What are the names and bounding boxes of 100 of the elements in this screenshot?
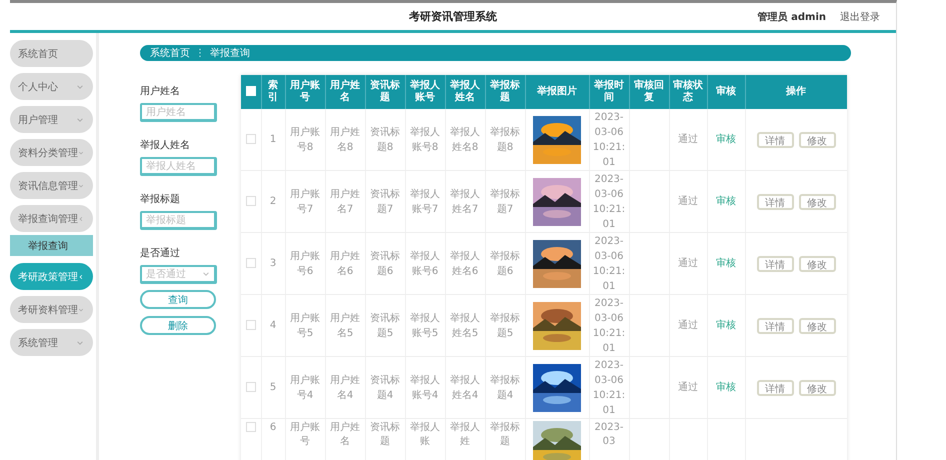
table-cell: 2023-03-06 10:21:01 xyxy=(592,236,626,292)
column-header: 资讯标题 xyxy=(365,75,405,109)
sidebar-item[interactable]: 用户管理 xyxy=(10,106,93,133)
sidebar-item[interactable]: 举报查询管理 xyxy=(10,205,93,232)
chevron-down-icon xyxy=(202,270,210,278)
sidebar-item[interactable]: 资料分类管理 xyxy=(10,139,93,166)
input-field[interactable]: 举报标题 xyxy=(140,211,217,230)
column-header: 审核回复 xyxy=(629,75,669,109)
action-button[interactable]: 详情 xyxy=(756,256,794,272)
table-cell: 2023-03-06 10:21:01 xyxy=(592,174,626,230)
table-cell: 用户姓名 xyxy=(330,422,360,446)
column-header: 举报人姓名 xyxy=(445,75,485,109)
table-cell: 举报人姓名7 xyxy=(450,188,480,214)
field-label: 举报人姓名 xyxy=(140,138,190,152)
table-cell: 用户姓名6 xyxy=(330,250,360,276)
column-header: 用户账号 xyxy=(285,75,325,109)
field-label: 用户姓名 xyxy=(140,84,180,98)
table-cell: 用户姓名7 xyxy=(330,188,360,214)
chevron-down-icon xyxy=(76,116,84,124)
table-cell: 用户账号5 xyxy=(290,312,320,338)
action-button[interactable]: 修改 xyxy=(798,318,836,334)
table-cell: 资讯标题7 xyxy=(370,188,400,214)
form-button[interactable]: 查询 xyxy=(140,290,216,309)
table-cell: 通过 xyxy=(678,320,698,331)
checkbox[interactable] xyxy=(246,134,256,144)
checkbox[interactable] xyxy=(246,258,256,268)
table-cell: 举报人账号8 xyxy=(410,126,440,152)
table-cell: 举报人账 xyxy=(410,422,440,446)
breadcrumb-separator: ⋮ xyxy=(195,48,205,58)
review-link[interactable]: 审核 xyxy=(716,196,736,207)
input-field[interactable]: 用户姓名 xyxy=(140,103,217,122)
checkbox[interactable] xyxy=(246,422,256,432)
table-cell: 举报人账号7 xyxy=(410,188,440,214)
table-cell: 举报人姓名8 xyxy=(450,126,480,152)
table-cell: 用户姓名8 xyxy=(330,126,360,152)
table-cell: 4 xyxy=(270,320,276,331)
sidebar-item[interactable]: 考研政策管理 xyxy=(10,263,93,290)
table-cell: 举报人姓 xyxy=(450,422,480,446)
action-button[interactable]: 修改 xyxy=(798,132,836,148)
input-field[interactable]: 举报人姓名 xyxy=(140,157,217,176)
table-cell: 举报人姓名5 xyxy=(450,312,480,338)
column-header: 审核状态 xyxy=(669,75,707,109)
column-header: 审核 xyxy=(707,75,745,109)
submenu-item[interactable]: 举报查询 xyxy=(10,235,93,256)
table-cell: 举报标题6 xyxy=(490,250,520,276)
table-cell: 资讯标题 xyxy=(370,422,400,446)
review-link[interactable]: 审核 xyxy=(716,320,736,331)
sidebar-item[interactable]: 系统管理 xyxy=(10,329,93,356)
app-title: 考研资讯管理系统 xyxy=(409,9,497,24)
table-cell: 1 xyxy=(270,134,276,145)
table-cell: 举报标题8 xyxy=(490,126,520,152)
table-cell: 资讯标题6 xyxy=(370,250,400,276)
table-cell: 5 xyxy=(270,382,276,393)
chevron-down-icon xyxy=(76,82,84,90)
action-button[interactable]: 详情 xyxy=(756,318,794,334)
review-link[interactable]: 审核 xyxy=(716,134,736,145)
table-cell: 资讯标题8 xyxy=(370,126,400,152)
user-label: 管理员 admin xyxy=(758,10,826,24)
action-button[interactable]: 修改 xyxy=(798,194,836,210)
column-header: 用户姓名 xyxy=(325,75,365,109)
table-cell: 举报标题 xyxy=(490,422,520,446)
sidebar-item[interactable]: 考研资料管理 xyxy=(10,296,93,323)
form-button[interactable]: 删除 xyxy=(140,316,216,335)
table-cell: 2023-03-06 10:21:01 xyxy=(592,360,626,416)
checkbox[interactable] xyxy=(246,320,256,330)
action-button[interactable]: 修改 xyxy=(798,256,836,272)
column-header: 举报时间 xyxy=(589,75,629,109)
action-button[interactable]: 修改 xyxy=(798,380,836,396)
sidebar-item[interactable]: 个人中心 xyxy=(10,73,93,100)
action-button[interactable]: 详情 xyxy=(756,132,794,148)
logout-link[interactable]: 退出登录 xyxy=(840,10,880,24)
action-button[interactable]: 详情 xyxy=(756,380,794,396)
chevron-down-icon xyxy=(76,338,84,346)
table-cell: 资讯标题5 xyxy=(370,312,400,338)
select-field[interactable]: 是否通过 xyxy=(140,265,217,284)
table-cell: 2023-03-06 10:21:01 xyxy=(592,298,626,354)
action-button[interactable]: 详情 xyxy=(756,194,794,210)
review-link[interactable]: 审核 xyxy=(716,382,736,393)
review-link[interactable]: 审核 xyxy=(716,258,736,269)
table-cell: 用户账号4 xyxy=(290,374,320,400)
sidebar-item[interactable]: 资讯信息管理 xyxy=(10,172,93,199)
table-cell: 举报人姓名6 xyxy=(450,250,480,276)
table-cell: 通过 xyxy=(678,134,698,145)
table-cell: 用户姓名5 xyxy=(330,312,360,338)
breadcrumb-link[interactable]: 举报查询 xyxy=(210,46,250,60)
table-cell: 3 xyxy=(270,258,276,269)
table-cell: 举报人账号4 xyxy=(410,374,440,400)
breadcrumb-link[interactable]: 系统首页 xyxy=(150,46,190,60)
table-cell: 用户账号6 xyxy=(290,250,320,276)
table-cell: 用户账号 xyxy=(290,422,320,446)
column-header: 举报标题 xyxy=(485,75,525,109)
checkbox[interactable] xyxy=(246,382,256,392)
table-cell: 举报标题5 xyxy=(490,312,520,338)
table-cell: 举报人姓名4 xyxy=(450,374,480,400)
table-cell: 举报人账号5 xyxy=(410,312,440,338)
table-cell: 通过 xyxy=(678,382,698,393)
column-header: 举报人账号 xyxy=(405,75,445,109)
checkbox[interactable] xyxy=(246,196,256,206)
sidebar-item[interactable]: 系统首页 xyxy=(10,40,93,67)
table-cell: 2 xyxy=(270,196,276,207)
